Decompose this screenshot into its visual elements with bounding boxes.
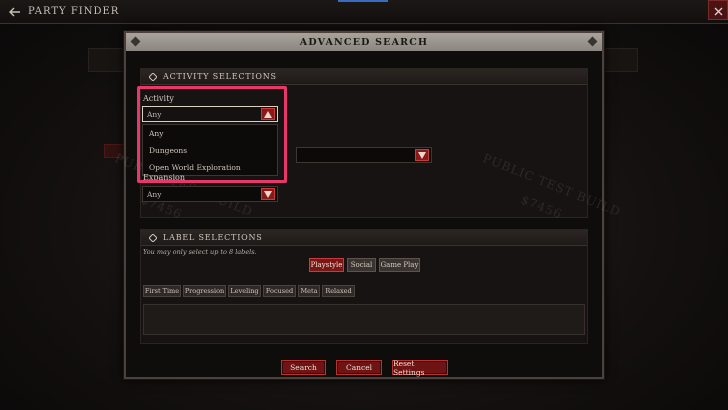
section-diamond-icon [149, 72, 157, 81]
selected-labels-area[interactable] [143, 304, 585, 335]
tab-social[interactable]: Social [347, 258, 376, 272]
header-diamond-icon [130, 36, 141, 47]
tab-playstyle[interactable]: Playstyle [309, 258, 344, 272]
label-chip-leveling[interactable]: Leveling [228, 285, 261, 297]
label-help-text: You may only select up to 8 labels. [143, 248, 257, 256]
label-section-title: LABEL SELECTIONS [141, 230, 587, 246]
chevron-down-icon [418, 151, 426, 159]
header-diamond-icon [587, 36, 598, 47]
label-chip-relaxed[interactable]: Relaxed [322, 285, 355, 297]
cancel-button[interactable]: Cancel [336, 360, 382, 375]
close-icon [714, 1, 723, 20]
top-indicator [338, 0, 388, 2]
search-button[interactable]: Search [281, 360, 326, 375]
background-panel-right [604, 48, 638, 72]
background-panel-left [88, 48, 124, 72]
dropdown-toggle[interactable] [261, 188, 275, 200]
chevron-down-icon [264, 190, 272, 198]
activity-section-title: ACTIVITY SELECTIONS [141, 69, 587, 85]
label-chip-first-time[interactable]: First Time [143, 285, 181, 297]
label-chip-focused[interactable]: Focused [263, 285, 296, 297]
modal-title: ADVANCED SEARCH [299, 36, 429, 48]
tab-game-play[interactable]: Game Play [379, 258, 420, 272]
page-title: PARTY FINDER [28, 6, 120, 17]
label-chip-meta[interactable]: Meta [298, 285, 320, 297]
section-title-text: LABEL SELECTIONS [163, 233, 263, 242]
expansion-selected-value: Any [147, 189, 162, 199]
section-diamond-icon [149, 233, 157, 242]
section-title-text: ACTIVITY SELECTIONS [163, 72, 277, 81]
expansion-dropdown[interactable]: Any [142, 186, 278, 202]
label-chip-progression[interactable]: Progression [183, 285, 226, 297]
reset-settings-button[interactable]: Reset Settings [392, 359, 448, 377]
secondary-dropdown[interactable] [296, 147, 432, 163]
modal-header: ADVANCED SEARCH [126, 33, 602, 51]
dropdown-toggle[interactable] [415, 149, 429, 161]
back-arrow-icon[interactable] [8, 5, 22, 19]
highlight-frame [137, 86, 287, 183]
top-bar: PARTY FINDER [0, 0, 728, 24]
close-button[interactable] [708, 0, 728, 20]
